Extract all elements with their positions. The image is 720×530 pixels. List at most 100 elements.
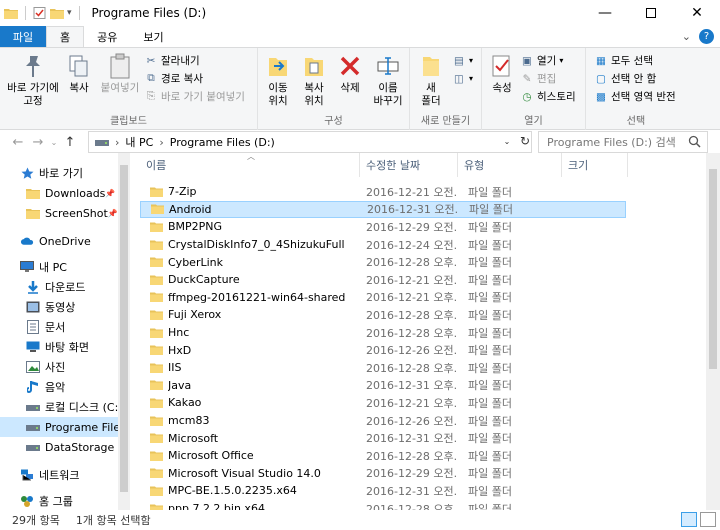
file-date-modified: 2016-12-21 오후... <box>366 291 458 305</box>
rename-icon <box>377 57 399 75</box>
nav-item[interactable]: Programe Files (D:) <box>0 417 118 437</box>
forward-arrow-icon[interactable]: → <box>28 135 48 150</box>
nav-item[interactable]: 음악 <box>0 377 118 397</box>
tab-view[interactable]: 보기 <box>130 26 176 47</box>
nav-item[interactable]: 내 PC <box>0 257 118 277</box>
properties-check-icon[interactable] <box>33 7 47 19</box>
nav-item[interactable]: 네트워크 <box>0 465 118 485</box>
file-row[interactable]: Hnc 2016-12-28 오후... 파일 폴더 <box>140 324 626 342</box>
history-button[interactable]: ◷ 히스토리 <box>520 88 575 105</box>
address-dropdown-icon[interactable]: ⌄ <box>500 131 514 151</box>
properties-button[interactable]: 속성 <box>486 52 518 95</box>
up-arrow-icon[interactable]: ↑ <box>60 135 80 150</box>
separator <box>78 6 80 20</box>
file-date-modified: 2016-12-28 오후... <box>366 449 458 463</box>
minimize-button[interactable]: — <box>582 0 628 26</box>
file-row[interactable]: ppp.7.2.2.bin.x64 2016-12-28 오후... 파일 폴더 <box>140 500 626 510</box>
file-row[interactable]: 7-Zip 2016-12-21 오전... 파일 폴더 <box>140 183 626 201</box>
search-input[interactable]: Programe Files (D:) 검색 <box>538 131 708 153</box>
file-row[interactable]: IIS 2016-12-28 오후... 파일 폴더 <box>140 359 626 377</box>
new-folder-button[interactable]: 새 폴더 <box>414 52 448 108</box>
easy-access-button[interactable]: ◫ ▾ <box>452 70 473 87</box>
open-button[interactable]: ▣ 열기 ▾ <box>520 52 563 69</box>
nav-item[interactable]: 바로 가기 <box>0 163 118 183</box>
file-row[interactable]: Microsoft Visual Studio 14.0 2016-12-29 오… <box>140 465 626 483</box>
tab-share[interactable]: 공유 <box>84 26 130 47</box>
paste-shortcut-icon: ⎘ <box>146 90 156 102</box>
file-row[interactable]: Microsoft 2016-12-31 오전... 파일 폴더 <box>140 429 626 447</box>
expand-ribbon-icon[interactable]: ⌄ <box>682 30 691 43</box>
tab-home[interactable]: 홈 <box>46 26 85 47</box>
nav-item[interactable]: 다운로드 <box>0 277 118 297</box>
nav-item[interactable]: 동영상 <box>0 297 118 317</box>
file-row[interactable]: MPC-BE.1.5.0.2235.x64 2016-12-31 오전... 파일 … <box>140 482 626 500</box>
file-name: CyberLink <box>168 255 223 269</box>
tab-file[interactable]: 파일 <box>0 26 46 47</box>
paste-shortcut-button[interactable]: ⎘ 바로 가기 붙여넣기 <box>144 88 245 105</box>
column-size[interactable]: 크기 <box>562 153 628 177</box>
move-to-button[interactable]: 이동 위치 <box>260 52 296 108</box>
file-row[interactable]: HxD 2016-12-26 오전... 파일 폴더 <box>140 341 626 359</box>
file-row[interactable]: Java 2016-12-31 오후... 파일 폴더 <box>140 377 626 395</box>
folder-icon <box>150 275 163 285</box>
computer-icon <box>20 260 34 274</box>
file-list-scrollbar-thumb[interactable] <box>709 169 717 369</box>
address-bar[interactable]: › 내 PC › Programe Files (D:) <box>88 131 532 153</box>
column-name[interactable]: 이름 <box>140 153 360 177</box>
breadcrumb-this-pc[interactable]: 내 PC <box>125 134 153 150</box>
nav-item[interactable]: Downloads 📌 <box>0 183 118 203</box>
help-icon[interactable]: ? <box>699 29 714 44</box>
nav-scrollbar-thumb[interactable] <box>120 165 128 492</box>
file-name: MPC-BE.1.5.0.2235.x64 <box>168 484 297 498</box>
customize-qa-icon[interactable]: ▾ <box>67 8 72 18</box>
large-icons-view-icon[interactable] <box>700 512 716 527</box>
nav-item[interactable]: DataStorage (E:) <box>0 437 118 457</box>
recent-locations-icon[interactable]: ⌄ <box>48 138 60 147</box>
file-name: ppp.7.2.2.bin.x64 <box>168 502 265 510</box>
delete-button[interactable]: 삭제 <box>334 52 366 95</box>
file-row[interactable]: Android 2016-12-31 오전... 파일 폴더 <box>140 200 626 219</box>
file-list-scrollbar[interactable] <box>706 153 720 510</box>
nav-item[interactable]: 문서 <box>0 317 118 337</box>
new-folder-icon[interactable] <box>50 7 64 19</box>
column-type[interactable]: 유형 <box>458 153 562 177</box>
copy-path-button[interactable]: ⧉ 경로 복사 <box>144 70 203 87</box>
nav-item[interactable]: OneDrive <box>0 231 118 251</box>
file-row[interactable]: mcm83 2016-12-26 오전... 파일 폴더 <box>140 412 626 430</box>
nav-item[interactable]: 사진 <box>0 357 118 377</box>
refresh-icon[interactable]: ↻ <box>518 131 532 151</box>
file-type: 파일 폴더 <box>468 502 512 510</box>
file-row[interactable]: Fuji Xerox 2016-12-28 오후... 파일 폴더 <box>140 306 626 324</box>
nav-item[interactable]: 로컬 디스크 (C:) <box>0 397 118 417</box>
details-view-icon[interactable] <box>681 512 697 527</box>
nav-item[interactable]: ScreenShot 📌 <box>0 203 118 223</box>
open-group-label: 열기 <box>524 116 543 127</box>
file-row[interactable]: CyberLink 2016-12-28 오후... 파일 폴더 <box>140 253 626 271</box>
copy-to-button[interactable]: 복사 위치 <box>296 52 332 108</box>
cut-button[interactable]: ✂ 잘라내기 <box>144 52 200 69</box>
nav-scrollbar[interactable] <box>118 153 130 510</box>
paste-button[interactable]: 붙여넣기 <box>98 52 142 95</box>
folder-icon <box>150 222 163 232</box>
edit-button[interactable]: ✎ 편집 <box>520 70 557 87</box>
copy-button[interactable]: 복사 <box>62 52 96 95</box>
close-button[interactable]: ✕ <box>674 0 720 26</box>
pin-to-quick-access-button[interactable]: 바로 가기에 고정 <box>4 52 62 108</box>
nav-item[interactable]: 홈 그룹 <box>0 491 118 510</box>
file-row[interactable]: CrystalDiskInfo7_0_4ShizukuFull 2016-12-2… <box>140 236 626 254</box>
rename-button[interactable]: 이름 바꾸기 <box>368 52 408 108</box>
file-row[interactable]: Microsoft Office 2016-12-28 오후... 파일 폴더 <box>140 447 626 465</box>
maximize-button[interactable] <box>628 0 674 26</box>
file-row[interactable]: Kakao 2016-12-21 오후... 파일 폴더 <box>140 394 626 412</box>
column-date-modified[interactable]: 수정한 날짜 <box>360 153 458 177</box>
breadcrumb-current[interactable]: Programe Files (D:) <box>170 136 275 149</box>
nav-item[interactable]: 바탕 화면 <box>0 337 118 357</box>
invert-selection-button[interactable]: ▩ 선택 영역 반전 <box>594 88 676 105</box>
file-row[interactable]: BMP2PNG 2016-12-29 오전... 파일 폴더 <box>140 218 626 236</box>
back-arrow-icon[interactable]: ← <box>8 135 28 150</box>
file-row[interactable]: DuckCapture 2016-12-21 오전... 파일 폴더 <box>140 271 626 289</box>
select-none-button[interactable]: ▢ 선택 안 함 <box>594 70 656 87</box>
file-row[interactable]: ffmpeg-20161221-win64-shared 2016-12-21 오… <box>140 289 626 307</box>
select-all-button[interactable]: ▦ 모두 선택 <box>594 52 653 69</box>
new-item-button[interactable]: ▤ ▾ <box>452 52 473 69</box>
